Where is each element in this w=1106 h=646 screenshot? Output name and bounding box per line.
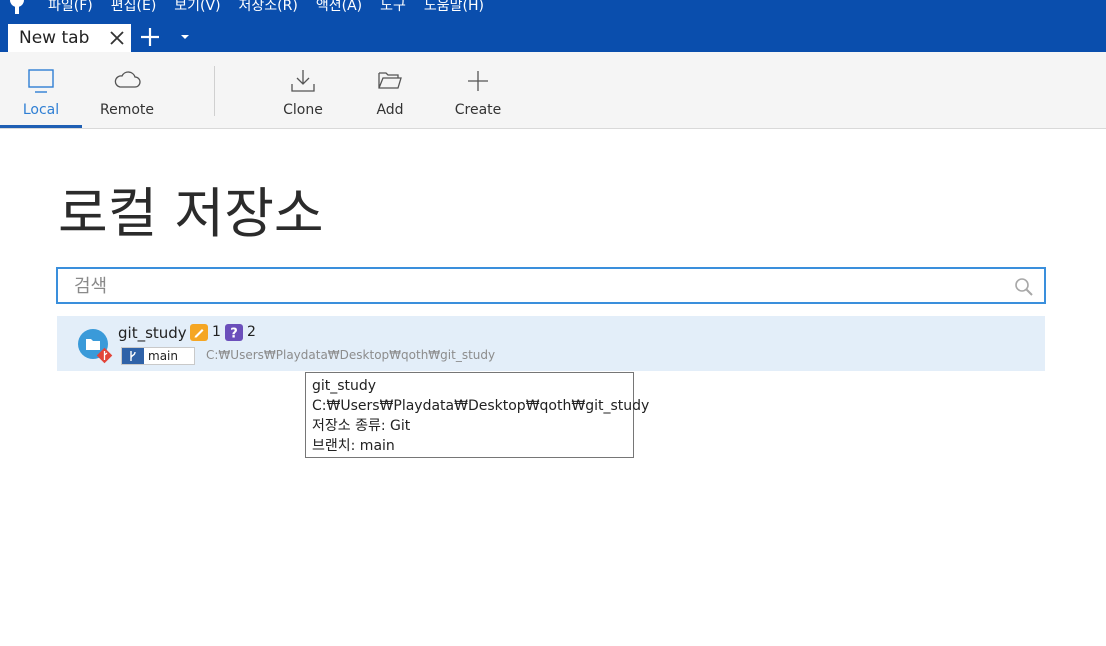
local-label: Local	[22, 102, 60, 118]
menu-actions[interactable]: 액션(A)	[316, 0, 362, 14]
modified-count: 1	[212, 324, 221, 340]
chevron-down-icon[interactable]	[179, 34, 191, 42]
page-title: 로컬 저장소	[58, 182, 324, 245]
folder-icon	[78, 329, 113, 364]
repository-tooltip: git_study C:₩Users₩Playdata₩Desktop₩qoth…	[305, 372, 650, 458]
branch-name: main	[148, 349, 178, 363]
close-icon[interactable]	[109, 30, 125, 46]
add-button[interactable]: Add	[356, 52, 424, 128]
search-input[interactable]	[74, 271, 994, 301]
clone-label: Clone	[283, 102, 323, 118]
create-label: Create	[454, 102, 502, 118]
menu-edit[interactable]: 편집(E)	[111, 0, 157, 14]
repository-name: git_study	[118, 324, 187, 342]
tab-strip: New tab	[0, 22, 1106, 52]
cloud-icon	[114, 71, 141, 88]
svg-text:?: ?	[230, 327, 238, 342]
remote-label: Remote	[99, 102, 155, 118]
question-icon: ?	[225, 324, 243, 341]
tooltip-repo-type: 저장소 종류: Git	[312, 418, 411, 434]
tooltip-branch: 브랜치: main	[312, 438, 395, 454]
menu-bar: 파일(F) 편집(E) 보기(V) 저장소(R) 액션(A) 도구 도움말(H)	[48, 0, 502, 14]
menu-file[interactable]: 파일(F)	[48, 0, 93, 14]
download-icon	[291, 70, 315, 92]
toolbar: Local Remote Clone Add Create	[0, 52, 1106, 129]
tab-new-tab[interactable]: New tab	[8, 24, 131, 52]
clone-button[interactable]: Clone	[266, 52, 340, 128]
branch-icon	[122, 348, 144, 364]
remote-button[interactable]: Remote	[88, 52, 166, 128]
tooltip-repo-path: C:₩Users₩Playdata₩Desktop₩qoth₩git_study	[312, 398, 650, 414]
branch-tag: main	[121, 347, 195, 365]
menu-help[interactable]: 도움말(H)	[424, 0, 484, 14]
active-tab-indicator	[0, 125, 82, 128]
search-box[interactable]	[56, 267, 1046, 304]
menu-tools[interactable]: 도구	[380, 0, 406, 14]
untracked-count: 2	[247, 324, 256, 340]
repository-path: C:₩Users₩Playdata₩Desktop₩qoth₩git_study	[206, 348, 496, 362]
plus-icon	[468, 71, 488, 91]
sourcetree-logo-icon[interactable]	[6, 0, 30, 14]
monitor-icon	[28, 69, 54, 93]
menu-view[interactable]: 보기(V)	[174, 0, 220, 14]
repository-list-item[interactable]: git_study 1 ? 2 main C:₩Users₩Playdata₩D…	[57, 316, 1045, 371]
folder-open-icon	[378, 72, 402, 89]
menu-repository[interactable]: 저장소(R)	[239, 0, 298, 14]
add-label: Add	[376, 102, 404, 118]
pencil-icon	[190, 324, 208, 341]
toolbar-divider	[214, 66, 215, 116]
plus-icon[interactable]	[140, 27, 160, 47]
tooltip-repo-name: git_study	[312, 378, 377, 394]
local-button[interactable]: Local	[0, 52, 82, 128]
create-button[interactable]: Create	[440, 52, 516, 128]
title-bar: 파일(F) 편집(E) 보기(V) 저장소(R) 액션(A) 도구 도움말(H)…	[0, 0, 1106, 52]
tab-label: New tab	[19, 28, 90, 48]
search-icon	[1015, 278, 1033, 296]
